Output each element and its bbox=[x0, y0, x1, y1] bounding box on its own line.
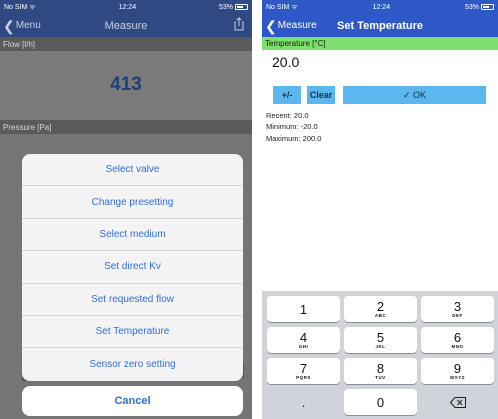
set-requested-flow-button[interactable]: Set requested flow bbox=[22, 284, 243, 316]
chevron-left-icon: ❮ bbox=[3, 17, 15, 34]
battery-indicator: 53% bbox=[465, 4, 494, 11]
wifi-icon: ᯤ bbox=[291, 3, 298, 11]
key-9[interactable]: 9 WXYZ bbox=[421, 358, 494, 384]
back-button[interactable]: ❮ Measure bbox=[265, 14, 317, 37]
flow-label: Flow [l/h] bbox=[0, 37, 252, 51]
recent-value: Recent: 20.0 bbox=[266, 111, 309, 120]
key-0[interactable]: 0 bbox=[344, 389, 417, 415]
key-4[interactable]: 4 GHI bbox=[267, 327, 340, 353]
action-sheet: Select valve Change presetting Select me… bbox=[22, 154, 243, 381]
page-title: Measure bbox=[104, 19, 148, 32]
set-temperature-button[interactable]: Set Temperature bbox=[22, 316, 243, 349]
key-8[interactable]: 8 TUV bbox=[344, 358, 417, 384]
range-info: Recent: 20.0 Minimum: -20.0 Maximum: 200… bbox=[266, 110, 321, 144]
flow-value: 413 bbox=[0, 51, 252, 118]
delete-key[interactable] bbox=[421, 389, 494, 415]
select-valve-button[interactable]: Select valve bbox=[22, 154, 243, 187]
plus-minus-button[interactable]: +/- bbox=[273, 86, 301, 104]
status-bar: No SIM ᯤ 12:24 53% bbox=[0, 0, 252, 14]
carrier-label: No SIM ᯤ bbox=[266, 3, 298, 11]
minimum-value: Minimum: -20.0 bbox=[266, 122, 318, 132]
sensor-zero-setting-button[interactable]: Sensor zero setting bbox=[22, 348, 243, 380]
back-button[interactable]: ❮ Menu bbox=[3, 14, 41, 37]
maximum-value: Maximum: 200.0 bbox=[266, 133, 322, 143]
pressure-label: Pressure [Pa] bbox=[0, 120, 252, 134]
change-presetting-button[interactable]: Change presetting bbox=[22, 186, 243, 219]
temperature-label: Temperature [°C] bbox=[262, 37, 498, 50]
back-label: Menu bbox=[15, 20, 41, 31]
select-medium-button[interactable]: Select medium bbox=[22, 219, 243, 252]
battery-indicator: 53% bbox=[219, 4, 248, 11]
nav-bar: ❮ Measure Set Temperature bbox=[262, 14, 498, 37]
share-icon[interactable] bbox=[234, 17, 244, 31]
button-row: +/- Clear ✓ OK bbox=[273, 86, 486, 104]
nav-bar: ❮ Menu Measure bbox=[0, 14, 252, 37]
key-3[interactable]: 3 DEF bbox=[421, 296, 494, 322]
clear-button[interactable]: Clear bbox=[307, 86, 335, 104]
carrier-label: No SIM ᯤ bbox=[4, 3, 36, 11]
back-label: Measure bbox=[277, 20, 317, 31]
time-label: 12:24 bbox=[372, 3, 391, 11]
key-5[interactable]: 5 JKL bbox=[344, 327, 417, 353]
key-7[interactable]: 7 PQRS bbox=[267, 358, 340, 384]
ok-button[interactable]: ✓ OK bbox=[343, 86, 486, 104]
status-bar: No SIM ᯤ 12:24 53% bbox=[262, 0, 498, 14]
set-direct-kv-button[interactable]: Set direct Kv bbox=[22, 251, 243, 284]
key-6[interactable]: 6 MNO bbox=[421, 327, 494, 353]
numeric-keypad: 1 2 ABC 3 DEF 4 GHI 5 JKL 6 MNO 7 PQRS 8 TUV 9W… bbox=[262, 291, 498, 419]
page-title: Set Temperature bbox=[337, 19, 423, 32]
key-decimal[interactable]: . bbox=[267, 389, 340, 415]
backspace-icon bbox=[449, 396, 466, 408]
set-temperature-screen: No SIM ᯤ 12:24 53% ❮ Measure Set Temperat… bbox=[262, 0, 498, 419]
time-label: 12:24 bbox=[118, 3, 137, 11]
battery-icon bbox=[481, 3, 494, 10]
chevron-left-icon: ❮ bbox=[265, 17, 277, 34]
measure-screen: No SIM ᯤ 12:24 53% ❮ Menu Measure Flow [l… bbox=[0, 0, 252, 419]
key-2[interactable]: 2 ABC bbox=[344, 296, 417, 322]
key-1[interactable]: 1 bbox=[267, 296, 340, 322]
temperature-input[interactable]: 20.0 bbox=[262, 50, 498, 72]
wifi-icon: ᯤ bbox=[29, 3, 36, 11]
cancel-button[interactable]: Cancel bbox=[22, 386, 243, 416]
battery-icon bbox=[235, 3, 248, 10]
